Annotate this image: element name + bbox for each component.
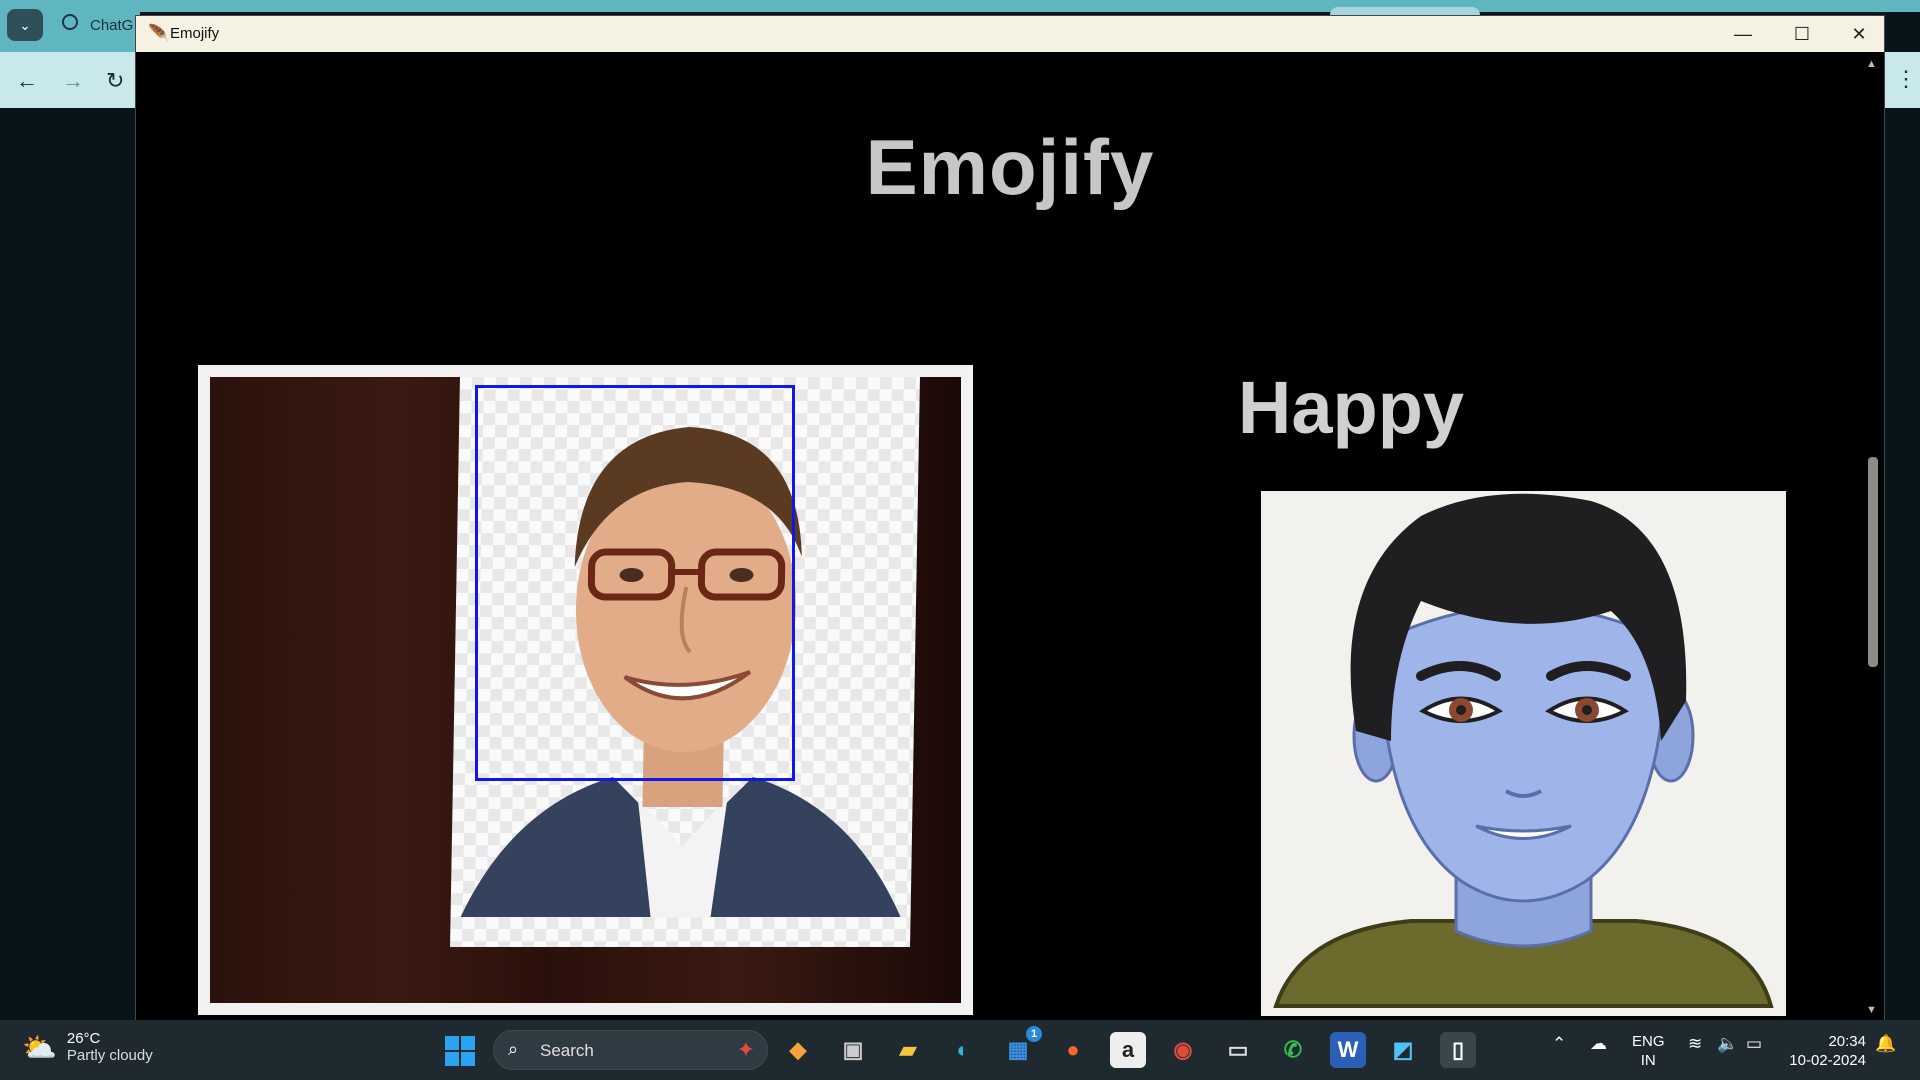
- browser-tab-hint: [1330, 7, 1480, 15]
- feather-icon: 🪶: [148, 24, 170, 43]
- emoji-avatar-frame: [1261, 491, 1786, 1016]
- chatgpt-tab-icon: [62, 14, 78, 30]
- webcam-frame: ' ' ': [198, 365, 973, 1015]
- browser-top-strip: [0, 0, 1920, 12]
- weather-description: Partly cloudy: [66, 1047, 153, 1064]
- browser-tabstrip: ⌄ ChatG: [0, 0, 140, 52]
- taskbar-search[interactable]: ⌕ Search ✦: [493, 1030, 768, 1070]
- store-badge: 1: [1026, 1026, 1042, 1042]
- whatsapp-icon[interactable]: ✆: [1275, 1032, 1311, 1068]
- browser-toolbar-right: ⋮: [1885, 52, 1920, 108]
- clock-time: 20:34: [1828, 1033, 1866, 1050]
- partly-cloudy-icon: ⛅: [22, 1031, 57, 1063]
- face-detection-box: [475, 385, 795, 781]
- browser-content-side: [0, 108, 135, 1020]
- edge-icon[interactable]: ◐: [945, 1032, 981, 1068]
- amazon-icon[interactable]: a: [1110, 1032, 1146, 1068]
- photos-icon[interactable]: ◩: [1385, 1032, 1421, 1068]
- terminal-icon[interactable]: ▭: [1220, 1032, 1256, 1068]
- weather-widget[interactable]: ⛅ 26°C Partly cloudy: [22, 1030, 153, 1064]
- windows-start-icon[interactable]: [445, 1036, 475, 1066]
- vertical-scrollbar[interactable]: ▲ ▼: [1862, 52, 1884, 1021]
- language-region: IN: [1640, 1052, 1656, 1069]
- battery-icon[interactable]: ▭: [1746, 1034, 1762, 1054]
- weather-temperature: 26°C: [66, 1030, 101, 1047]
- volume-icon[interactable]: 🔈: [1717, 1034, 1738, 1054]
- app-content: Emojify Happy ▲ ▼: [136, 52, 1884, 1021]
- language-code: ENG: [1632, 1033, 1665, 1050]
- file-explorer-icon[interactable]: ▰: [890, 1032, 926, 1068]
- word-icon[interactable]: W: [1330, 1032, 1366, 1068]
- tab-search-chevron-icon[interactable]: ⌄: [7, 9, 43, 41]
- close-button[interactable]: ✕: [1830, 16, 1888, 52]
- title-bar: 🪶 Emojify — ☐ ✕: [136, 16, 1884, 52]
- clock[interactable]: 20:34 10-02-2024: [1786, 1032, 1866, 1070]
- firefox-icon[interactable]: ●: [1055, 1032, 1091, 1068]
- browser-toolbar: ← → ↻: [0, 52, 140, 108]
- maximize-button[interactable]: ☐: [1773, 16, 1831, 52]
- window-title: Emojify: [170, 25, 220, 42]
- chrome-icon[interactable]: ◉: [1165, 1032, 1201, 1068]
- search-label: Search: [540, 1041, 594, 1060]
- task-view-icon[interactable]: ▣: [835, 1032, 871, 1068]
- chevron-up-icon[interactable]: ⌃: [1552, 1034, 1566, 1054]
- search-highlight-icon: ✦: [736, 1037, 755, 1062]
- emotion-label: Happy: [1237, 366, 1465, 449]
- kebab-menu-icon[interactable]: ⋮: [1895, 66, 1917, 92]
- wifi-icon[interactable]: ≋: [1688, 1034, 1702, 1054]
- minimize-button[interactable]: —: [1714, 16, 1772, 52]
- scrollbar-thumb[interactable]: [1868, 457, 1878, 667]
- detected-label-fragment: ' ' ': [600, 377, 628, 387]
- webcam-feed: ' ' ': [210, 377, 961, 1003]
- taskbar: ⛅ 26°C Partly cloudy ⌕ Search ✦ ◆ ▣ ▰ ◐ …: [0, 1020, 1920, 1080]
- scroll-down-icon[interactable]: ▼: [1866, 1004, 1877, 1016]
- clock-date: 10-02-2024: [1789, 1052, 1866, 1069]
- happy-avatar-illustration: [1273, 493, 1774, 1008]
- emojify-window: 🪶 Emojify — ☐ ✕ Emojify Happy ▲ ▼: [135, 15, 1885, 1021]
- reload-icon[interactable]: ↻: [106, 68, 124, 94]
- emojify-app-taskbar-icon[interactable]: ▯: [1440, 1032, 1476, 1068]
- notification-bell-icon[interactable]: 🔔: [1875, 1034, 1896, 1054]
- microsoft-store-icon[interactable]: ▦ 1: [1000, 1026, 1042, 1068]
- copilot-icon[interactable]: ◆: [780, 1032, 816, 1068]
- browser-tab-label[interactable]: ChatG: [90, 17, 133, 34]
- arrow-right-icon[interactable]: →: [62, 68, 84, 94]
- onedrive-icon[interactable]: ☁: [1590, 1034, 1607, 1054]
- page-title: Emojify: [865, 123, 1155, 211]
- scroll-up-icon[interactable]: ▲: [1866, 58, 1877, 70]
- language-indicator[interactable]: ENG IN: [1632, 1032, 1665, 1070]
- search-icon: ⌕: [508, 1039, 519, 1059]
- arrow-left-icon[interactable]: ←: [16, 68, 38, 94]
